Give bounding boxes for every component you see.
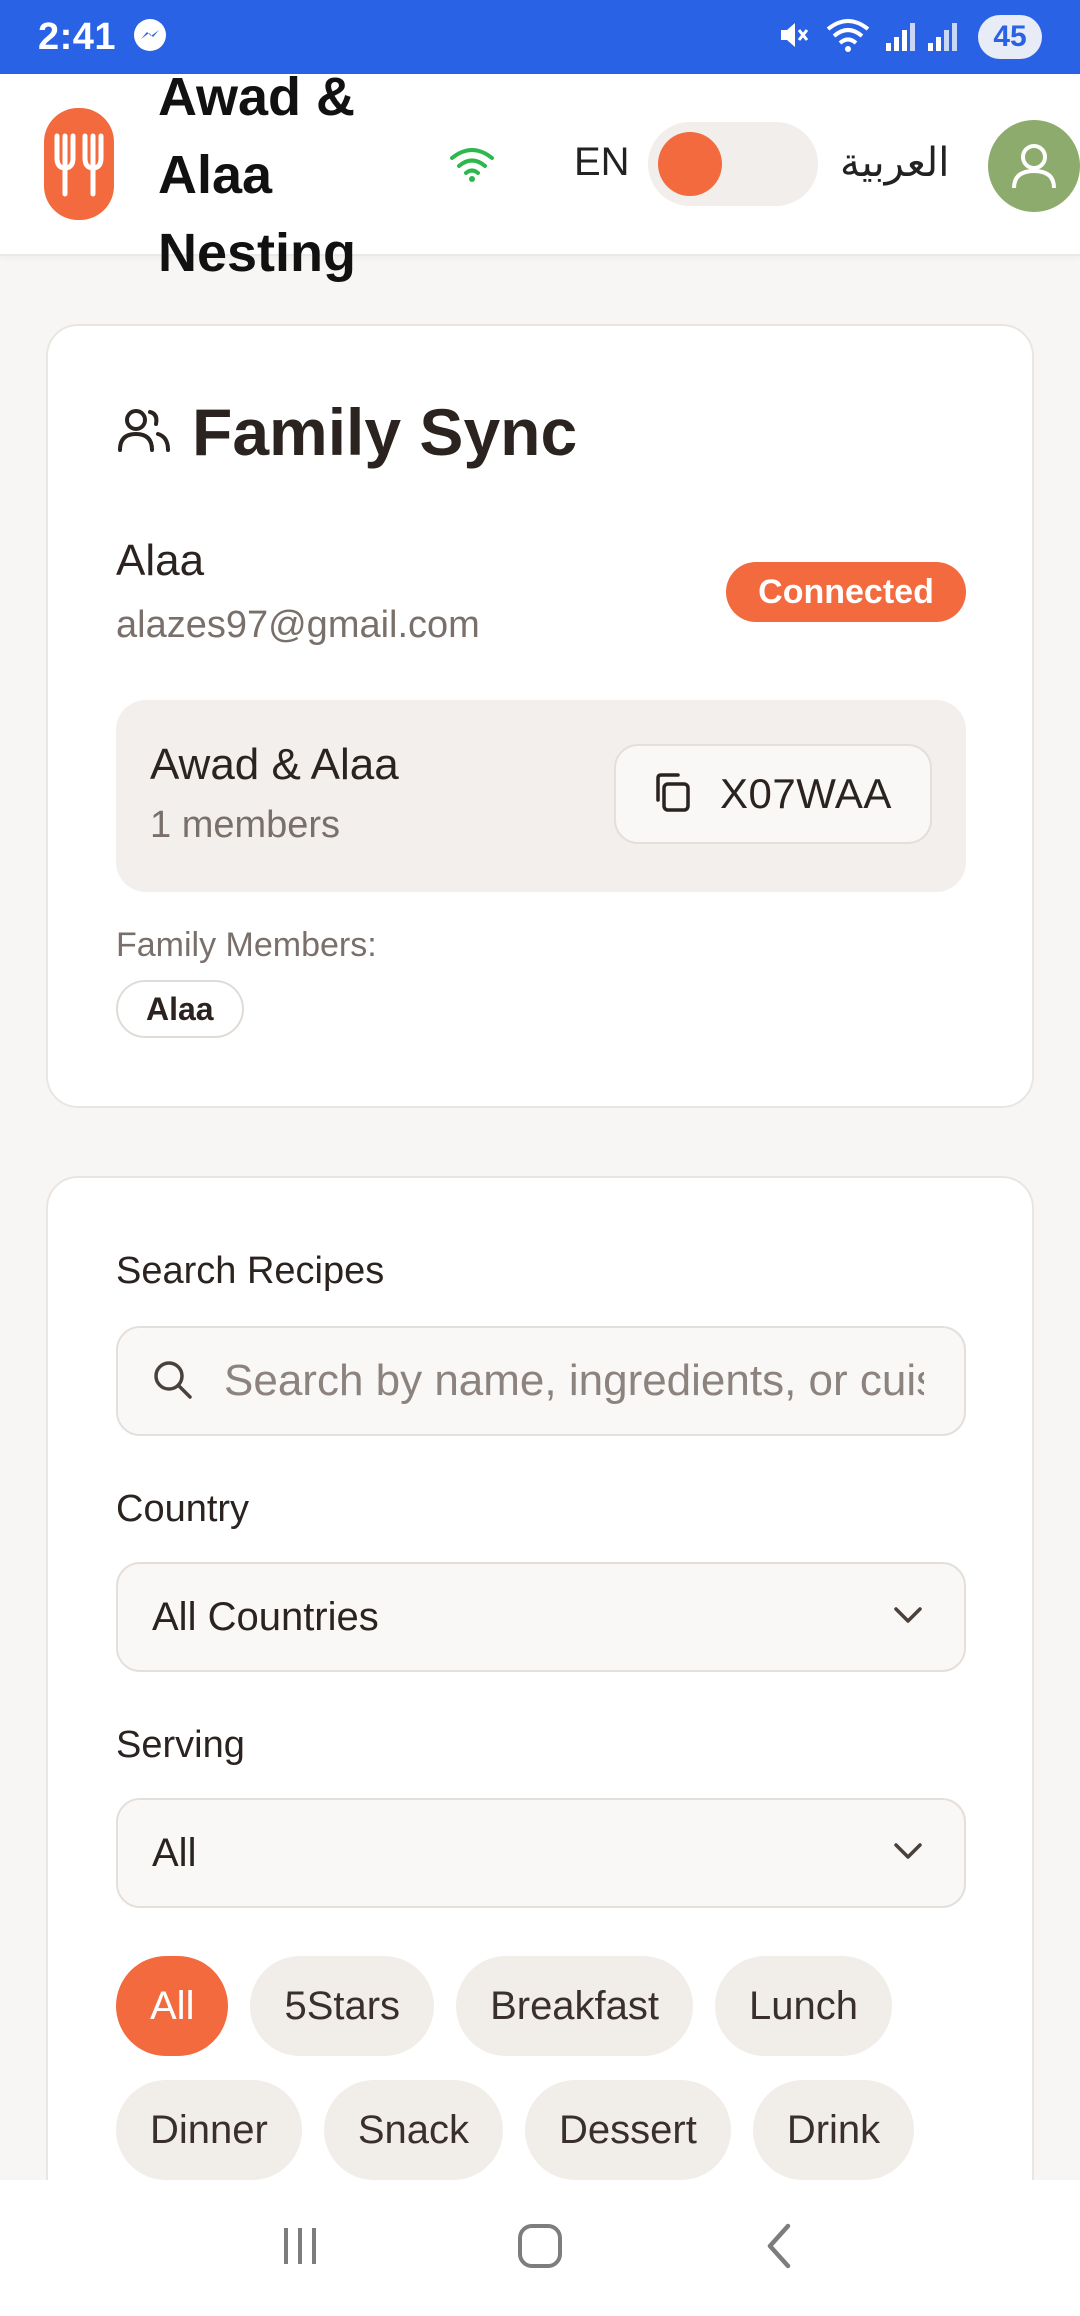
- serving-label: Serving: [116, 1724, 245, 1766]
- family-sync-card: Family Sync Alaa alazes97@gmail.com Conn…: [46, 324, 1034, 1108]
- status-badge: Connected: [726, 562, 966, 622]
- category-chip-snack[interactable]: Snack: [323, 2080, 504, 2180]
- family-sync-title: Family Sync: [192, 395, 578, 469]
- language-toggle-knob: [658, 132, 722, 196]
- category-chip-row: All 5Stars Breakfast Lunch: [116, 1956, 893, 2056]
- mute-icon: [776, 17, 812, 58]
- system-nav-bar: [0, 2180, 1080, 2316]
- family-code: X07WAA: [720, 770, 892, 817]
- wifi-icon: [826, 17, 870, 58]
- country-select-value: All Countries: [152, 1594, 379, 1639]
- family-name: Awad & Alaa: [150, 740, 399, 789]
- users-icon: [116, 402, 172, 463]
- search-field[interactable]: [116, 1326, 966, 1436]
- category-chip-row: Dinner Snack Dessert Drink: [116, 2080, 915, 2180]
- user-email: alazes97@gmail.com: [116, 604, 480, 646]
- app-header: Awad & Alaa Nesting EN العربية: [0, 67, 1080, 283]
- category-chip-dinner[interactable]: Dinner: [116, 2080, 302, 2180]
- status-time: 2:41: [38, 15, 117, 58]
- category-chip-drink[interactable]: Drink: [752, 2080, 915, 2180]
- chevron-down-icon: [892, 1841, 924, 1866]
- app-title: Awad & Alaa Nesting: [158, 67, 357, 283]
- battery-indicator: 45: [978, 15, 1042, 59]
- category-chip-dessert[interactable]: Dessert: [525, 2080, 731, 2180]
- copy-icon: [650, 770, 694, 819]
- recent-apps-icon[interactable]: [270, 2216, 330, 2281]
- messenger-icon: [132, 17, 168, 58]
- home-icon[interactable]: [510, 2216, 570, 2281]
- wifi-status-icon: [448, 144, 496, 189]
- family-members-label: Family Members:: [116, 926, 377, 964]
- signal-icon: [884, 17, 964, 58]
- family-group-box: Awad & Alaa 1 members X07WAA: [116, 700, 966, 892]
- user-name: Alaa: [116, 536, 205, 585]
- serving-select[interactable]: All: [116, 1798, 966, 1908]
- country-select[interactable]: All Countries: [116, 1562, 966, 1672]
- recipe-filters-card: Search Recipes Country All Countries Ser…: [46, 1176, 1034, 2276]
- search-input[interactable]: [224, 1356, 924, 1406]
- serving-select-value: All: [152, 1830, 197, 1875]
- search-label: Search Recipes: [116, 1250, 385, 1292]
- chevron-down-icon: [892, 1605, 924, 1630]
- language-ar-label: العربية: [840, 141, 950, 185]
- copy-code-button[interactable]: X07WAA: [614, 744, 932, 844]
- category-chip-5stars[interactable]: 5Stars: [250, 1956, 435, 2056]
- member-chip: Alaa: [116, 980, 244, 1038]
- language-en-label: EN: [574, 140, 630, 184]
- category-chip-lunch[interactable]: Lunch: [715, 1956, 893, 2056]
- category-chip-all[interactable]: All: [116, 1956, 229, 2056]
- fork-knife-logo-icon[interactable]: [44, 108, 114, 220]
- family-member-count: 1 members: [150, 804, 341, 846]
- language-toggle[interactable]: [648, 122, 818, 206]
- user-avatar-icon[interactable]: [988, 120, 1080, 212]
- search-icon: [150, 1357, 194, 1406]
- back-icon[interactable]: [750, 2216, 810, 2281]
- country-label: Country: [116, 1488, 250, 1530]
- category-chip-breakfast[interactable]: Breakfast: [456, 1956, 694, 2056]
